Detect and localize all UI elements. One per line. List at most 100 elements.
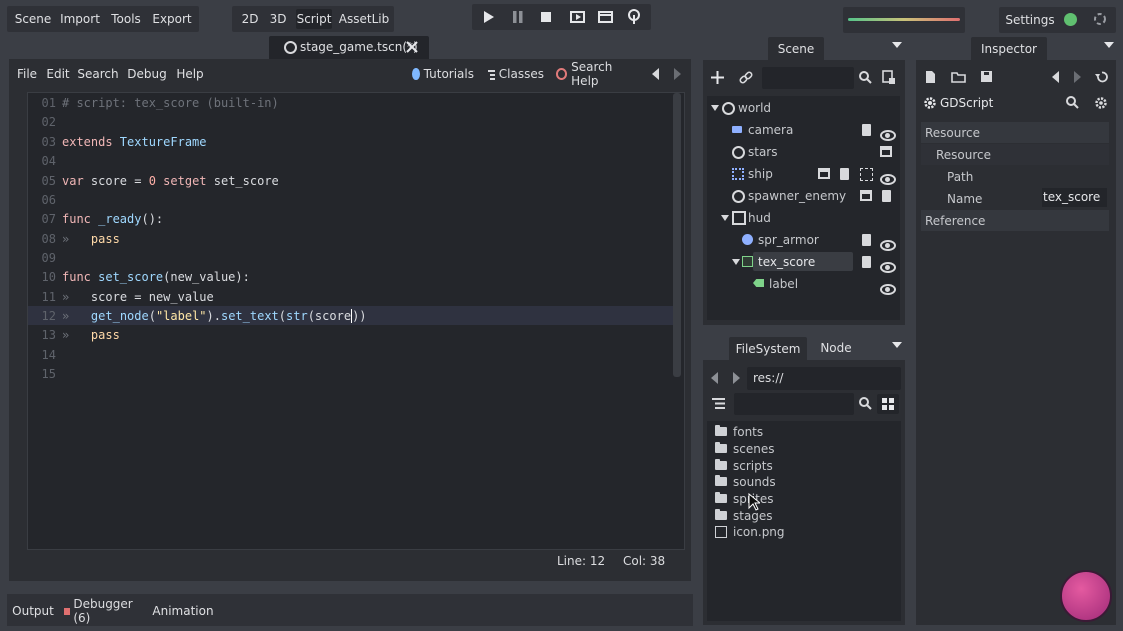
tree-node-ship[interactable]: ship [707, 163, 900, 185]
scene-tab-icon [284, 41, 297, 54]
script-icon[interactable] [862, 124, 871, 136]
eye-icon[interactable] [880, 283, 896, 295]
close-icon[interactable] [406, 41, 418, 53]
fs-filter-input[interactable] [734, 393, 854, 415]
script-icon[interactable] [840, 168, 849, 180]
dock-menu-icon[interactable] [1104, 42, 1114, 49]
settings-button[interactable]: Settings [1005, 12, 1054, 28]
name-value-field[interactable]: tex_score [1042, 188, 1107, 207]
scene-tab[interactable]: stage_game.tscn(*) [269, 36, 429, 59]
eye-icon[interactable] [880, 261, 896, 273]
tree-node-stars[interactable]: stars [707, 141, 900, 163]
play-icon[interactable] [483, 10, 495, 24]
remote-icon[interactable] [627, 9, 641, 25]
tree-node-spawner-enemy[interactable]: spawner_enemy [707, 185, 900, 207]
bottom-tab-debugger[interactable]: Debugger (6) [64, 597, 146, 625]
object-settings-icon[interactable] [1094, 96, 1108, 110]
instance-icon[interactable] [818, 168, 830, 179]
code-line-1: 01 # script: tex_score (built-in) [41, 95, 279, 110]
fs-item-sprites[interactable]: sprites [715, 490, 773, 507]
script-icon[interactable] [862, 234, 871, 246]
history-back-icon[interactable] [652, 68, 660, 80]
instance-icon[interactable] [860, 190, 872, 201]
tree-node-tex-score[interactable]: tex_score [707, 251, 900, 273]
classes-button[interactable]: Classes [488, 66, 544, 82]
fs-back-icon[interactable] [711, 372, 719, 384]
script-menu-help[interactable]: Help [176, 66, 204, 82]
fs-item-scenes[interactable]: scenes [715, 440, 774, 457]
script-icon[interactable] [862, 256, 871, 268]
dock-menu-icon[interactable] [892, 42, 902, 49]
script-menu-debug[interactable]: Debug [127, 66, 166, 82]
fs-item-fonts[interactable]: fonts [715, 423, 763, 440]
inspector-subsection-resource[interactable]: Resource [921, 144, 1109, 165]
fs-item-label: icon.png [733, 524, 785, 539]
tree-node-spr-armor[interactable]: spr_armor [707, 229, 900, 251]
channel-logo [1060, 570, 1112, 622]
fs-path-input[interactable]: res:// [747, 367, 901, 390]
inspector-tab[interactable]: Inspector [971, 37, 1047, 60]
play-custom-icon[interactable] [598, 10, 614, 24]
add-node-icon[interactable] [711, 71, 724, 84]
menu-export[interactable]: Export [150, 11, 194, 27]
node-tab[interactable]: Node [813, 340, 859, 356]
mode-3d[interactable]: 3D [266, 11, 290, 27]
tree-node-world[interactable]: world [707, 97, 900, 119]
tree-node-hud[interactable]: hud [707, 207, 900, 229]
history-forward-icon[interactable] [673, 68, 681, 80]
menu-scene[interactable]: Scene [13, 11, 53, 27]
script-icon[interactable] [882, 190, 891, 202]
bottom-tab-animation[interactable]: Animation [152, 603, 213, 619]
fs-forward-icon[interactable] [732, 372, 740, 384]
stop-icon[interactable] [540, 11, 552, 23]
section-label: Resource [925, 126, 981, 140]
script-menu-search[interactable]: Search [77, 66, 118, 82]
fs-item-scripts[interactable]: scripts [715, 457, 773, 474]
dock-menu-icon[interactable] [892, 342, 902, 349]
instance-icon[interactable] [880, 146, 892, 157]
link-icon[interactable] [739, 71, 753, 85]
collapse-arrow-icon[interactable] [721, 215, 729, 221]
script-menu-file[interactable]: File [16, 66, 38, 82]
eye-icon[interactable] [880, 239, 896, 251]
instance-scene-icon[interactable] [882, 70, 896, 85]
fs-item-sounds[interactable]: sounds [715, 473, 776, 490]
grid-view-button[interactable] [877, 394, 899, 414]
filesystem-tab[interactable]: FileSystem [729, 337, 807, 360]
fs-tree-toggle-icon[interactable] [712, 397, 725, 410]
inspector-section-reference[interactable]: Reference [921, 210, 1109, 231]
new-resource-icon[interactable] [925, 70, 936, 84]
play-scene-icon[interactable] [570, 10, 586, 24]
tutorials-button[interactable]: Tutorials [412, 66, 474, 82]
script-menu-edit[interactable]: Edit [46, 66, 70, 82]
fs-item-stages[interactable]: stages [715, 507, 773, 524]
collapse-arrow-icon[interactable] [711, 105, 719, 111]
save-resource-icon[interactable] [980, 70, 993, 83]
inspector-forward-icon[interactable] [1073, 71, 1081, 83]
inspector-section-resource[interactable]: Resource [921, 122, 1109, 143]
menu-tools[interactable]: Tools [108, 11, 144, 27]
search-help-button[interactable]: Search Help [556, 60, 636, 88]
scene-dock-tab[interactable]: Scene [768, 37, 824, 60]
open-resource-icon[interactable] [951, 71, 966, 83]
mode-2d[interactable]: 2D [238, 11, 262, 27]
eye-icon[interactable] [880, 129, 896, 141]
code-editor[interactable]: 01 # script: tex_score (built-in) 02 03 ex… [27, 92, 685, 550]
collapse-arrow-icon[interactable] [732, 259, 740, 265]
inspector-back-icon[interactable] [1052, 71, 1060, 83]
property-path[interactable]: Path [921, 166, 1109, 187]
fs-item-icon-png[interactable]: icon.png [715, 523, 785, 540]
mode-assetlib[interactable]: AssetLib [338, 11, 390, 27]
menu-import[interactable]: Import [58, 11, 102, 27]
tree-node-camera[interactable]: camera [707, 119, 900, 141]
search-icon[interactable] [1066, 96, 1079, 109]
group-icon[interactable] [860, 168, 873, 181]
tree-node-label[interactable]: label [707, 273, 900, 295]
folder-icon [715, 442, 727, 453]
bottom-tab-output[interactable]: Output [12, 603, 54, 619]
mode-script[interactable]: Script [296, 9, 332, 29]
scene-filter-input[interactable] [762, 67, 854, 89]
eye-icon[interactable] [880, 173, 896, 185]
history-icon[interactable] [1095, 70, 1109, 84]
pause-icon[interactable] [512, 10, 524, 24]
